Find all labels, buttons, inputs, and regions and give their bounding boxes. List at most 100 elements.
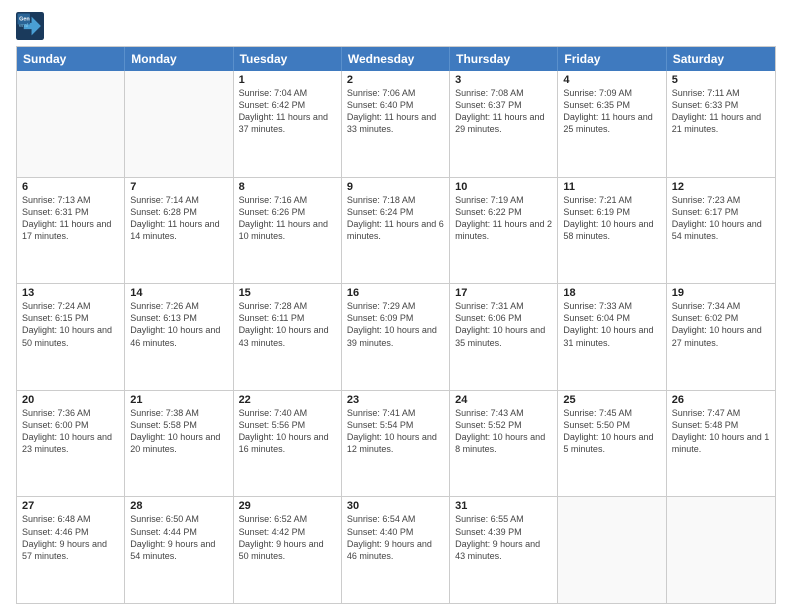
- day-number: 12: [672, 181, 770, 193]
- day-details: Sunrise: 7:09 AM Sunset: 6:35 PM Dayligh…: [563, 87, 660, 136]
- day-number: 11: [563, 181, 660, 193]
- calendar-day-20: 20Sunrise: 7:36 AM Sunset: 6:00 PM Dayli…: [17, 391, 125, 497]
- calendar-day-22: 22Sunrise: 7:40 AM Sunset: 5:56 PM Dayli…: [234, 391, 342, 497]
- calendar-week-3: 20Sunrise: 7:36 AM Sunset: 6:00 PM Dayli…: [17, 391, 775, 498]
- calendar-header-row: SundayMondayTuesdayWednesdayThursdayFrid…: [17, 47, 775, 71]
- day-number: 2: [347, 74, 444, 86]
- header-cell-sunday: Sunday: [17, 47, 125, 71]
- calendar-day-10: 10Sunrise: 7:19 AM Sunset: 6:22 PM Dayli…: [450, 178, 558, 284]
- header-cell-wednesday: Wednesday: [342, 47, 450, 71]
- calendar-day-18: 18Sunrise: 7:33 AM Sunset: 6:04 PM Dayli…: [558, 284, 666, 390]
- calendar-day-25: 25Sunrise: 7:45 AM Sunset: 5:50 PM Dayli…: [558, 391, 666, 497]
- day-details: Sunrise: 7:11 AM Sunset: 6:33 PM Dayligh…: [672, 87, 770, 136]
- day-details: Sunrise: 7:45 AM Sunset: 5:50 PM Dayligh…: [563, 407, 660, 456]
- header-cell-friday: Friday: [558, 47, 666, 71]
- day-number: 19: [672, 287, 770, 299]
- calendar-day-5: 5Sunrise: 7:11 AM Sunset: 6:33 PM Daylig…: [667, 71, 775, 177]
- calendar-day-4: 4Sunrise: 7:09 AM Sunset: 6:35 PM Daylig…: [558, 71, 666, 177]
- day-details: Sunrise: 7:36 AM Sunset: 6:00 PM Dayligh…: [22, 407, 119, 456]
- day-details: Sunrise: 7:31 AM Sunset: 6:06 PM Dayligh…: [455, 300, 552, 349]
- day-number: 18: [563, 287, 660, 299]
- day-number: 22: [239, 394, 336, 406]
- day-number: 8: [239, 181, 336, 193]
- day-details: Sunrise: 6:55 AM Sunset: 4:39 PM Dayligh…: [455, 513, 552, 562]
- calendar-body: 1Sunrise: 7:04 AM Sunset: 6:42 PM Daylig…: [17, 71, 775, 603]
- day-number: 24: [455, 394, 552, 406]
- day-details: Sunrise: 6:52 AM Sunset: 4:42 PM Dayligh…: [239, 513, 336, 562]
- day-details: Sunrise: 7:21 AM Sunset: 6:19 PM Dayligh…: [563, 194, 660, 243]
- day-details: Sunrise: 7:26 AM Sunset: 6:13 PM Dayligh…: [130, 300, 227, 349]
- calendar-day-empty-4-5: [558, 497, 666, 603]
- calendar: SundayMondayTuesdayWednesdayThursdayFrid…: [16, 46, 776, 604]
- header-cell-saturday: Saturday: [667, 47, 775, 71]
- calendar-day-empty-4-6: [667, 497, 775, 603]
- day-details: Sunrise: 7:28 AM Sunset: 6:11 PM Dayligh…: [239, 300, 336, 349]
- calendar-day-7: 7Sunrise: 7:14 AM Sunset: 6:28 PM Daylig…: [125, 178, 233, 284]
- calendar-week-0: 1Sunrise: 7:04 AM Sunset: 6:42 PM Daylig…: [17, 71, 775, 178]
- day-number: 28: [130, 500, 227, 512]
- day-number: 14: [130, 287, 227, 299]
- day-number: 5: [672, 74, 770, 86]
- header-cell-thursday: Thursday: [450, 47, 558, 71]
- header: Gen eral: [16, 12, 776, 40]
- day-number: 6: [22, 181, 119, 193]
- day-number: 20: [22, 394, 119, 406]
- calendar-day-6: 6Sunrise: 7:13 AM Sunset: 6:31 PM Daylig…: [17, 178, 125, 284]
- calendar-day-26: 26Sunrise: 7:47 AM Sunset: 5:48 PM Dayli…: [667, 391, 775, 497]
- calendar-day-24: 24Sunrise: 7:43 AM Sunset: 5:52 PM Dayli…: [450, 391, 558, 497]
- calendar-day-31: 31Sunrise: 6:55 AM Sunset: 4:39 PM Dayli…: [450, 497, 558, 603]
- day-number: 7: [130, 181, 227, 193]
- day-details: Sunrise: 7:41 AM Sunset: 5:54 PM Dayligh…: [347, 407, 444, 456]
- day-details: Sunrise: 7:18 AM Sunset: 6:24 PM Dayligh…: [347, 194, 444, 243]
- logo-icon: Gen eral: [16, 12, 44, 40]
- day-details: Sunrise: 7:04 AM Sunset: 6:42 PM Dayligh…: [239, 87, 336, 136]
- day-details: Sunrise: 7:14 AM Sunset: 6:28 PM Dayligh…: [130, 194, 227, 243]
- calendar-day-12: 12Sunrise: 7:23 AM Sunset: 6:17 PM Dayli…: [667, 178, 775, 284]
- day-number: 26: [672, 394, 770, 406]
- calendar-day-27: 27Sunrise: 6:48 AM Sunset: 4:46 PM Dayli…: [17, 497, 125, 603]
- day-number: 21: [130, 394, 227, 406]
- day-number: 30: [347, 500, 444, 512]
- calendar-day-1: 1Sunrise: 7:04 AM Sunset: 6:42 PM Daylig…: [234, 71, 342, 177]
- day-details: Sunrise: 7:13 AM Sunset: 6:31 PM Dayligh…: [22, 194, 119, 243]
- day-number: 23: [347, 394, 444, 406]
- day-details: Sunrise: 7:29 AM Sunset: 6:09 PM Dayligh…: [347, 300, 444, 349]
- calendar-day-empty-0-1: [125, 71, 233, 177]
- day-number: 17: [455, 287, 552, 299]
- calendar-day-30: 30Sunrise: 6:54 AM Sunset: 4:40 PM Dayli…: [342, 497, 450, 603]
- day-number: 10: [455, 181, 552, 193]
- day-details: Sunrise: 7:06 AM Sunset: 6:40 PM Dayligh…: [347, 87, 444, 136]
- day-details: Sunrise: 7:16 AM Sunset: 6:26 PM Dayligh…: [239, 194, 336, 243]
- calendar-day-empty-0-0: [17, 71, 125, 177]
- calendar-day-29: 29Sunrise: 6:52 AM Sunset: 4:42 PM Dayli…: [234, 497, 342, 603]
- header-cell-monday: Monday: [125, 47, 233, 71]
- day-details: Sunrise: 7:40 AM Sunset: 5:56 PM Dayligh…: [239, 407, 336, 456]
- calendar-week-4: 27Sunrise: 6:48 AM Sunset: 4:46 PM Dayli…: [17, 497, 775, 603]
- day-details: Sunrise: 7:33 AM Sunset: 6:04 PM Dayligh…: [563, 300, 660, 349]
- day-number: 25: [563, 394, 660, 406]
- calendar-day-28: 28Sunrise: 6:50 AM Sunset: 4:44 PM Dayli…: [125, 497, 233, 603]
- calendar-day-19: 19Sunrise: 7:34 AM Sunset: 6:02 PM Dayli…: [667, 284, 775, 390]
- day-details: Sunrise: 7:19 AM Sunset: 6:22 PM Dayligh…: [455, 194, 552, 243]
- calendar-day-11: 11Sunrise: 7:21 AM Sunset: 6:19 PM Dayli…: [558, 178, 666, 284]
- calendar-day-9: 9Sunrise: 7:18 AM Sunset: 6:24 PM Daylig…: [342, 178, 450, 284]
- calendar-day-15: 15Sunrise: 7:28 AM Sunset: 6:11 PM Dayli…: [234, 284, 342, 390]
- day-details: Sunrise: 7:38 AM Sunset: 5:58 PM Dayligh…: [130, 407, 227, 456]
- calendar-day-13: 13Sunrise: 7:24 AM Sunset: 6:15 PM Dayli…: [17, 284, 125, 390]
- calendar-week-2: 13Sunrise: 7:24 AM Sunset: 6:15 PM Dayli…: [17, 284, 775, 391]
- calendar-day-21: 21Sunrise: 7:38 AM Sunset: 5:58 PM Dayli…: [125, 391, 233, 497]
- day-number: 31: [455, 500, 552, 512]
- calendar-day-17: 17Sunrise: 7:31 AM Sunset: 6:06 PM Dayli…: [450, 284, 558, 390]
- day-number: 16: [347, 287, 444, 299]
- day-number: 13: [22, 287, 119, 299]
- day-number: 15: [239, 287, 336, 299]
- day-number: 9: [347, 181, 444, 193]
- header-cell-tuesday: Tuesday: [234, 47, 342, 71]
- calendar-day-14: 14Sunrise: 7:26 AM Sunset: 6:13 PM Dayli…: [125, 284, 233, 390]
- day-number: 29: [239, 500, 336, 512]
- svg-text:eral: eral: [19, 23, 28, 29]
- calendar-week-1: 6Sunrise: 7:13 AM Sunset: 6:31 PM Daylig…: [17, 178, 775, 285]
- page: Gen eral SundayMondayTuesdayWednesdayThu…: [0, 0, 792, 612]
- day-number: 4: [563, 74, 660, 86]
- logo: Gen eral: [16, 12, 48, 40]
